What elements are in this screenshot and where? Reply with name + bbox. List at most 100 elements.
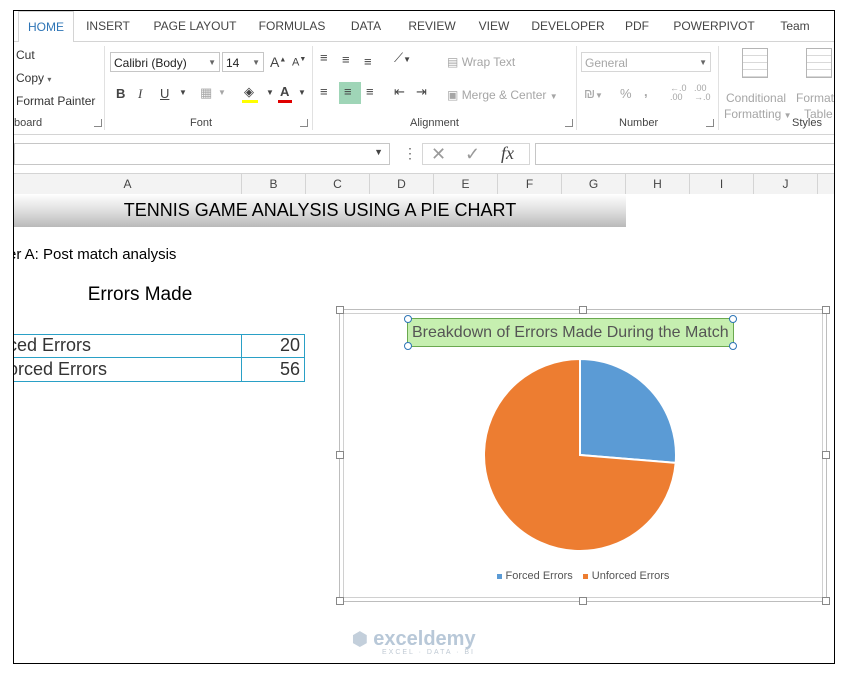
decrease-indent-icon[interactable]: ⇤	[394, 84, 405, 100]
resize-handle[interactable]	[336, 597, 344, 605]
wrap-text-button[interactable]: ▤ Wrap Text	[447, 55, 515, 69]
tab-insert[interactable]: INSERT	[78, 11, 138, 41]
chevron-down-icon[interactable]: ▼	[266, 88, 274, 97]
conditional-formatting-icon[interactable]	[742, 48, 768, 78]
clipboard-launcher-icon[interactable]	[94, 119, 102, 127]
title-handle[interactable]	[404, 315, 412, 323]
tab-formulas[interactable]: FORMULAS	[252, 11, 332, 41]
name-box[interactable]: ▼	[14, 143, 390, 165]
column-header-h[interactable]: H	[626, 174, 690, 194]
tab-pdf[interactable]: PDF	[618, 11, 656, 41]
insert-function-icon[interactable]: fx	[501, 143, 514, 164]
increase-decimal-icon[interactable]: ←.0.00	[670, 84, 687, 102]
column-header-b[interactable]: B	[242, 174, 306, 194]
title-handle[interactable]	[728, 342, 737, 350]
align-left-icon[interactable]: ≡	[320, 84, 328, 99]
chevron-down-icon[interactable]: ▼	[179, 88, 187, 97]
align-bottom-icon[interactable]: ≡	[364, 54, 372, 69]
tab-view[interactable]: VIEW	[472, 11, 516, 41]
table-cell-label[interactable]: orced Errors	[14, 358, 242, 381]
resize-handle[interactable]	[336, 451, 344, 459]
tab-data[interactable]: DATA	[340, 11, 392, 41]
title-handle[interactable]	[728, 315, 737, 323]
column-header-a[interactable]: A	[14, 174, 242, 194]
column-header-f[interactable]: F	[498, 174, 562, 194]
tab-home[interactable]: HOME	[18, 11, 74, 43]
cancel-icon[interactable]: ✕	[431, 144, 446, 165]
accounting-format-icon[interactable]: ₪▼	[584, 86, 603, 101]
decrease-decimal-icon[interactable]: .00 →.0	[694, 84, 711, 102]
table-cell-value[interactable]: 20	[242, 334, 305, 357]
resize-handle[interactable]	[579, 306, 587, 314]
alignment-launcher-icon[interactable]	[565, 119, 573, 127]
align-middle-icon[interactable]: ≡	[342, 52, 350, 67]
wrap-text-icon: ▤	[447, 55, 459, 69]
chart-legend[interactable]: Forced Errors Unforced Errors	[340, 570, 826, 582]
grow-font-icon[interactable]: A▲	[270, 54, 286, 70]
font-size-combo[interactable]: 14 ▼	[222, 52, 264, 72]
enter-icon[interactable]: ✓	[465, 144, 480, 165]
conditional-formatting-label[interactable]: Conditional	[726, 91, 786, 105]
more-options-icon[interactable]: ⋮	[403, 145, 417, 162]
borders-icon[interactable]: ▦	[200, 85, 212, 101]
cut-button[interactable]: Cut	[16, 48, 35, 62]
resize-handle[interactable]	[822, 597, 830, 605]
resize-handle[interactable]	[822, 306, 830, 314]
conditional-formatting-label-2[interactable]: Formatting ▼	[724, 107, 792, 121]
chevron-down-icon[interactable]: ▼	[374, 147, 383, 157]
font-name-combo[interactable]: Calibri (Body) ▼	[110, 52, 220, 72]
italic-button[interactable]: I	[138, 86, 142, 102]
tab-powerpivot[interactable]: POWERPIVOT	[666, 11, 762, 41]
resize-handle[interactable]	[579, 597, 587, 605]
legend-item[interactable]: Unforced Errors	[582, 570, 669, 582]
tab-page-layout[interactable]: PAGE LAYOUT	[146, 11, 244, 41]
align-center-button[interactable]: ≡	[339, 82, 361, 104]
percent-style-icon[interactable]: %	[620, 86, 632, 101]
format-as-table-icon[interactable]	[806, 48, 832, 78]
font-launcher-icon[interactable]	[300, 119, 308, 127]
column-header-e[interactable]: E	[434, 174, 498, 194]
column-header-d[interactable]: D	[370, 174, 434, 194]
worksheet[interactable]: TENNIS GAME ANALYSIS USING A PIE CHART e…	[14, 194, 834, 663]
chevron-down-icon[interactable]: ▼	[218, 88, 226, 97]
number-launcher-icon[interactable]	[706, 119, 714, 127]
resize-handle[interactable]	[336, 306, 344, 314]
pie-slice-forced-errors[interactable]	[579, 357, 677, 465]
column-header-g[interactable]: G	[562, 174, 626, 194]
format-painter-button[interactable]: Format Painter	[16, 94, 95, 108]
tab-team[interactable]: Team	[770, 11, 820, 41]
sheet-banner-title[interactable]: TENNIS GAME ANALYSIS USING A PIE CHART	[14, 194, 626, 227]
tab-developer[interactable]: DEVELOPER	[526, 11, 610, 41]
table-title[interactable]: Errors Made	[14, 284, 266, 306]
comma-style-icon[interactable]: ,	[644, 84, 648, 99]
resize-handle[interactable]	[822, 451, 830, 459]
column-header-j[interactable]: J	[754, 174, 818, 194]
column-header-i[interactable]: I	[690, 174, 754, 194]
increase-indent-icon[interactable]: ⇥	[416, 84, 427, 100]
font-color-icon[interactable]: A	[278, 84, 292, 103]
chevron-down-icon[interactable]: ▼	[298, 88, 306, 97]
chart-title[interactable]: Breakdown of Errors Made During the Matc…	[404, 315, 737, 350]
underline-button[interactable]: U	[160, 86, 169, 101]
shrink-font-icon[interactable]: A▼	[292, 56, 306, 69]
tab-review[interactable]: REVIEW	[400, 11, 464, 41]
formula-input[interactable]	[535, 143, 834, 165]
table-cell-value[interactable]: 56	[242, 358, 305, 381]
table-cell-label[interactable]: ced Errors	[14, 334, 242, 357]
pie-chart[interactable]: Breakdown of Errors Made During the Matc…	[336, 306, 830, 605]
title-handle[interactable]	[404, 342, 412, 350]
column-header-c[interactable]: C	[306, 174, 370, 194]
merge-center-button[interactable]: ▣ Merge & Center ▼	[447, 88, 558, 102]
chevron-down-icon: ▼	[699, 58, 707, 67]
align-top-icon[interactable]: ≡	[320, 50, 328, 65]
format-as-table-label[interactable]: Format	[796, 91, 834, 105]
align-right-icon[interactable]: ≡	[366, 84, 374, 99]
number-format-combo[interactable]: General ▼	[581, 52, 711, 72]
bold-button[interactable]: B	[116, 86, 125, 101]
copy-button[interactable]: Copy ▾	[16, 71, 51, 85]
orientation-icon[interactable]: ⟋▼	[394, 50, 411, 66]
fill-color-icon[interactable]: ◈	[242, 84, 258, 103]
number-group-label: Number	[619, 117, 659, 129]
legend-item[interactable]: Forced Errors	[496, 570, 573, 582]
sheet-subtitle[interactable]: er A: Post match analysis	[14, 246, 176, 263]
